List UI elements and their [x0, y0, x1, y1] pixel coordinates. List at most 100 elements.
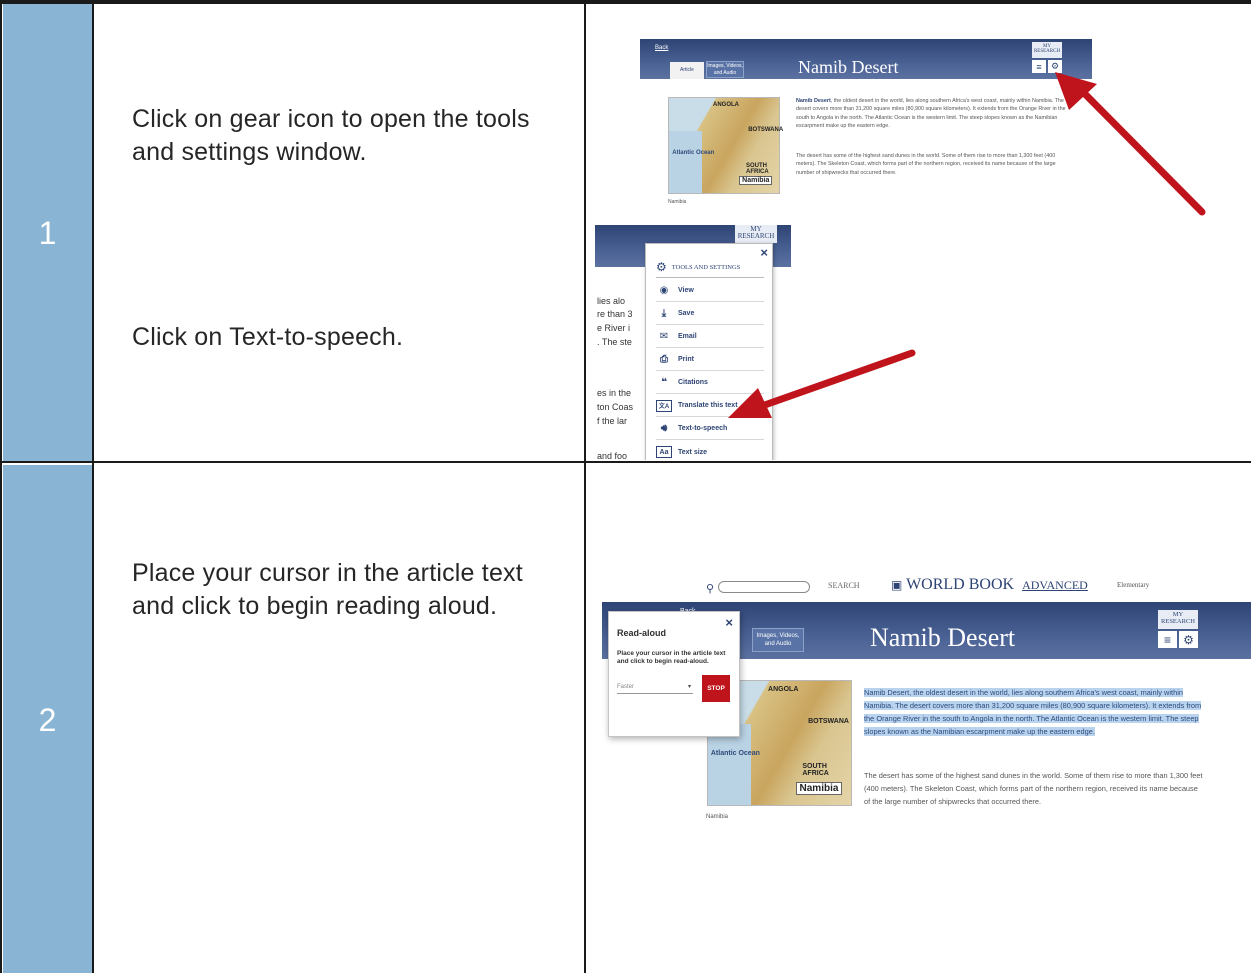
map-label: SOUTH AFRICA: [746, 162, 769, 175]
article-paragraph[interactable]: Namib Desert, the oldest desert in the w…: [796, 97, 1080, 131]
cell-border: [584, 2, 586, 462]
world-book-logo: ▣ WORLD BOOK ADVANCED: [891, 576, 1088, 594]
my-research-button[interactable]: MY RESEARCH: [1158, 610, 1198, 629]
map-label: Atlantic Ocean: [710, 750, 760, 758]
menu-label: View: [678, 287, 694, 294]
readaloud-screenshot: ⚲ SEARCH ▣ WORLD BOOK ADVANCED Elementar…: [602, 556, 1251, 856]
map-label: BOTSWANA: [808, 718, 849, 726]
speaker-icon: 🔊︎: [660, 423, 668, 434]
readaloud-panel: × Read-aloud Place your cursor in the ar…: [608, 611, 740, 737]
article-paragraph[interactable]: Namib Desert, the oldest desert in the w…: [864, 686, 1206, 738]
menu-item-email[interactable]: ✉ Email: [656, 326, 764, 348]
text-fragment: ton Coas: [597, 402, 634, 412]
highlighted-text: Namib Desert, the oldest desert in the w…: [864, 688, 1202, 736]
list-icon[interactable]: ≡: [1032, 60, 1046, 73]
text-fragment: re than 3: [597, 309, 633, 319]
tab-media[interactable]: Images, Videos, and Audio: [752, 628, 804, 652]
step-number-cell: 1: [3, 4, 92, 462]
quote-icon: ❝: [661, 377, 667, 388]
step-number-cell: 2: [3, 465, 92, 973]
tab-article[interactable]: Article: [670, 62, 704, 79]
article-screenshot: Back Article Images, Videos, and Audio N…: [640, 39, 1092, 219]
article-header: Back Article Images, Videos, and Audio N…: [640, 39, 1092, 79]
menu-label: Text size: [678, 448, 708, 456]
step-instruction: Click on Text-to-speech.: [132, 323, 404, 351]
article-text: , the oldest desert in the world, lies a…: [796, 98, 1066, 130]
map-label: SOUTH AFRICA: [802, 762, 829, 777]
map-caption: Namibia: [668, 199, 687, 205]
brand-name: WORLD BOOK: [906, 576, 1015, 593]
text-fragment: e River i: [597, 323, 631, 333]
search-icon[interactable]: ⚲: [706, 582, 714, 595]
close-icon[interactable]: ×: [725, 615, 733, 630]
chevron-down-icon: ▾: [687, 684, 691, 690]
cell-border: [584, 463, 586, 973]
eye-icon: ◉: [659, 285, 669, 296]
tools-menu-screenshot: MY RESEARCH lies alo re than 3 e River i…: [595, 225, 791, 460]
menu-item-save[interactable]: ⤓ Save: [656, 303, 764, 325]
pointer-arrow-icon: [1055, 72, 1206, 216]
map-label: ANGOLA: [768, 685, 799, 693]
list-icon[interactable]: ≡: [1158, 631, 1177, 648]
namibia-map: ANGOLA BOTSWANA Atlantic Ocean SOUTH AFR…: [668, 97, 784, 194]
menu-item-text-size[interactable]: Aa Text size: [656, 441, 764, 460]
map-namibia-label: Namibia: [739, 176, 773, 186]
printer-icon: ⎙: [660, 354, 668, 365]
heading-text: TOOLS AND SETTINGS: [671, 264, 741, 271]
map-namibia-label: Namibia: [795, 782, 843, 796]
cell-border: [92, 463, 94, 973]
gear-icon: ⚙: [656, 260, 667, 274]
gear-icon[interactable]: ⚙: [1179, 631, 1198, 648]
envelope-icon: ✉: [659, 331, 669, 342]
menu-label: Text-to-speech: [678, 425, 728, 432]
my-research-button[interactable]: MY RESEARCH: [735, 225, 777, 243]
step-instruction: Click on gear icon to open the tools and…: [132, 105, 530, 166]
article-paragraph[interactable]: The desert has some of the highest sand …: [796, 152, 1066, 177]
search-input[interactable]: [718, 581, 810, 593]
map-ocean: [669, 131, 702, 193]
search-button[interactable]: SEARCH: [828, 581, 860, 590]
globe-icon: ▣: [891, 578, 903, 592]
menu-label: Save: [678, 310, 695, 317]
speed-select[interactable]: Faster ▾: [617, 682, 693, 694]
step-instruction: Place your cursor in the article text an…: [132, 559, 523, 620]
menu-label: Citations: [678, 379, 708, 386]
article-title: Namib Desert: [798, 57, 899, 77]
menu-item-view[interactable]: ◉ View: [656, 280, 764, 302]
article-lead: Namib Desert: [796, 98, 831, 104]
cell-border: [0, 463, 2, 973]
text-fragment: and foo: [597, 451, 628, 460]
map-label: BOTSWANA: [748, 126, 784, 133]
step-number: 1: [38, 214, 57, 251]
download-icon: ⤓: [661, 308, 667, 319]
brand-suffix: ADVANCED: [1022, 578, 1088, 592]
map-caption: Namibia: [706, 814, 729, 820]
tools-settings-heading: ⚙ TOOLS AND SETTINGS: [656, 258, 764, 278]
school-name: Elementary: [1117, 581, 1150, 589]
readaloud-description: Place your cursor in the article text an…: [617, 650, 726, 665]
my-research-button[interactable]: MY RESEARCH: [1032, 42, 1062, 58]
speed-value: Faster: [617, 684, 635, 690]
article-title: Namib Desert: [870, 623, 1016, 652]
text-size-icon: Aa: [656, 446, 672, 458]
cell-border: [0, 2, 2, 462]
map-label: ANGOLA: [713, 101, 739, 108]
text-fragment: f the lar: [597, 416, 628, 426]
back-link[interactable]: Back: [655, 45, 668, 51]
cell-border: [92, 2, 94, 462]
map-label: Atlantic Ocean: [672, 150, 715, 157]
step-number: 2: [38, 701, 57, 738]
article-paragraph[interactable]: The desert has some of the highest sand …: [864, 769, 1206, 808]
text-fragment: es in the: [597, 388, 632, 398]
instruction-table: 1 Click on gear icon to open the tools a…: [0, 0, 1251, 973]
stop-button[interactable]: STOP: [702, 675, 730, 702]
text-fragment: lies alo: [597, 296, 626, 306]
step-row-1: 1 Click on gear icon to open the tools a…: [0, 0, 1251, 462]
translate-icon: 文A: [656, 399, 672, 412]
menu-label: Print: [678, 356, 694, 363]
step-row-2: 2 Place your cursor in the article text …: [0, 461, 1251, 973]
readaloud-title: Read-aloud: [617, 628, 667, 638]
pointer-arrow-icon: [728, 349, 916, 418]
tab-media[interactable]: Images, Videos, and Audio: [706, 61, 744, 78]
text-fragment: . The ste: [597, 337, 632, 347]
